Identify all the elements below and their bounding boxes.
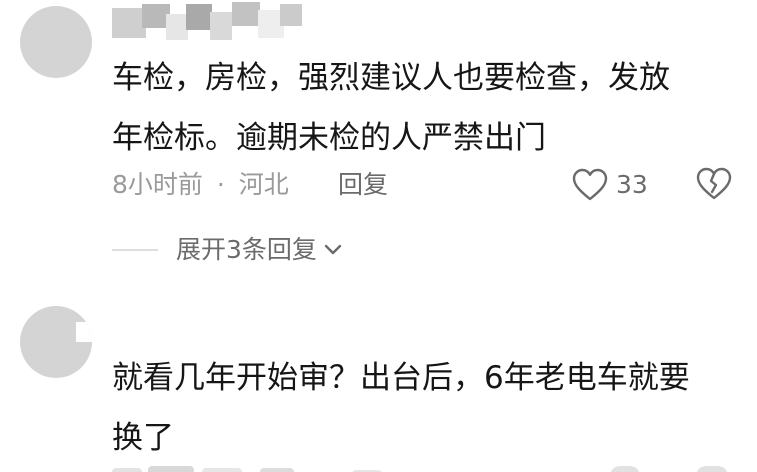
comment-text: 就看几年开始审？出台后，6年老电车就要 换了 xyxy=(112,348,742,468)
comment-time: 8小时前 xyxy=(112,170,203,199)
avatar[interactable] xyxy=(20,6,92,78)
comment-location: 河北 xyxy=(238,170,289,199)
comment-text: 车检，房检，强烈建议人也要检查，发放 年检标。逾期未检的人严禁出门 xyxy=(112,48,742,168)
chevron-down-icon xyxy=(323,239,345,261)
dislike-button[interactable] xyxy=(695,166,733,204)
comment-item: 车检，房检，强烈建议人也要检查，发放 年检标。逾期未检的人严禁出门 8小时前 ·… xyxy=(0,0,757,290)
expand-replies-label: 展开3条回复 xyxy=(176,235,317,264)
avatar[interactable] xyxy=(20,306,92,378)
expand-replies-button[interactable]: 展开3条回复 xyxy=(112,232,345,268)
comment-meta-cutoff xyxy=(112,458,732,472)
like-count: 33 xyxy=(616,170,648,199)
username-blurred xyxy=(112,0,302,46)
comment-text-line: 就看几年开始审？出台后，6年老电车就要 xyxy=(112,360,690,396)
comment-meta: 8小时前 · 河北 xyxy=(112,168,289,202)
divider-line xyxy=(112,249,158,251)
comment-text-line: 年检标。逾期未检的人严禁出门 xyxy=(112,120,546,156)
meta-separator: · xyxy=(216,170,225,199)
broken-heart-icon xyxy=(696,167,732,200)
heart-outline-icon xyxy=(572,168,608,201)
reply-button[interactable]: 回复 xyxy=(338,168,388,202)
like-button[interactable]: 33 xyxy=(572,166,648,204)
comment-text-line: 车检，房检，强烈建议人也要检查，发放 xyxy=(112,60,670,96)
comment-item: 就看几年开始审？出台后，6年老电车就要 换了 xyxy=(0,290,757,472)
